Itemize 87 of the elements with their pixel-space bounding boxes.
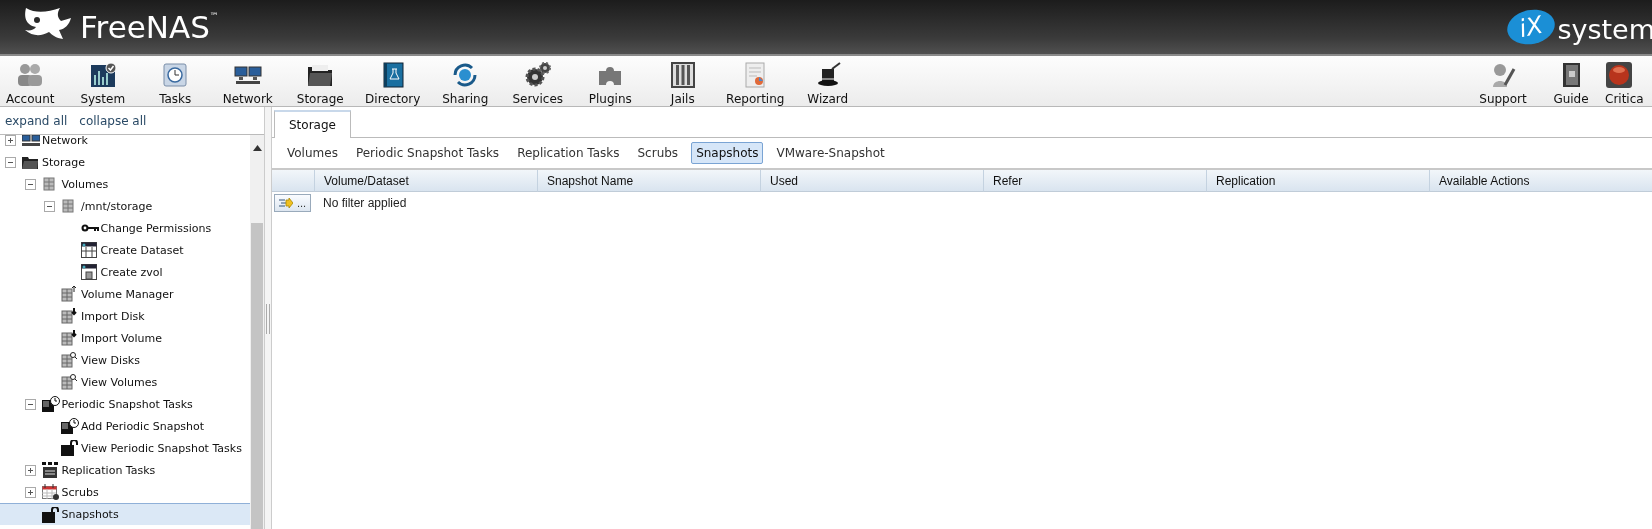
collapse-toggle-icon[interactable] — [5, 156, 16, 168]
computers-icon — [22, 135, 40, 147]
toolbar-button[interactable]: Wizard — [791, 56, 864, 106]
sub-tab[interactable]: Volumes — [282, 142, 343, 164]
toolbar-button[interactable]: Support — [1469, 56, 1537, 106]
collapse-toggle-icon[interactable] — [44, 200, 55, 212]
collapse-toggle-icon[interactable] — [24, 398, 36, 410]
tree-item-label[interactable]: /mnt/storage — [80, 199, 153, 213]
toolbar-button[interactable]: Network — [211, 56, 284, 106]
scrollbar-thumb[interactable] — [251, 223, 263, 529]
lock-icon — [61, 440, 79, 456]
filter-status: No filter applied — [323, 196, 407, 210]
lock-icon — [41, 506, 60, 523]
tree-item-label[interactable]: Change Permissions — [99, 221, 212, 235]
clock-icon — [161, 61, 190, 89]
disk-stack-icon — [41, 177, 56, 191]
toolbar-button[interactable]: Account — [0, 56, 67, 106]
camera-clock-icon — [41, 396, 60, 412]
toolbar-button[interactable]: Services — [501, 56, 574, 106]
sub-tab[interactable]: Scrubs — [632, 142, 684, 164]
disk-import-icon — [61, 330, 77, 346]
column-header[interactable]: Refer — [983, 170, 1206, 192]
expand-toggle-icon[interactable] — [24, 486, 36, 498]
filter-arrows-icon — [279, 198, 293, 208]
column-header[interactable]: Volume/Dataset — [314, 170, 537, 192]
column-header[interactable]: Replication — [1206, 170, 1429, 192]
tree-item-label[interactable]: Create zvol — [99, 265, 163, 279]
toolbar-button[interactable]: Plugins — [574, 56, 647, 106]
disk-search-icon — [61, 374, 77, 390]
expand-toggle-icon[interactable] — [5, 135, 16, 146]
bars-icon — [668, 61, 697, 89]
disk-stack-icon — [61, 286, 77, 302]
disk-search-icon — [61, 352, 77, 368]
brand-name: FreeNAS$^{™}$ — [80, 9, 219, 45]
tree-item-label[interactable]: Add Periodic Snapshot — [80, 419, 205, 433]
sub-tab[interactable]: Snapshots — [691, 142, 764, 164]
splitter-handle[interactable] — [266, 303, 270, 334]
toolbar-button[interactable]: Critica — [1605, 56, 1652, 106]
expand-toggle-icon[interactable] — [24, 464, 36, 476]
filter-button[interactable]: ... — [274, 194, 312, 212]
list-icon — [41, 462, 58, 478]
camera-clock-icon — [61, 418, 79, 434]
gears-icon — [523, 61, 552, 89]
column-header[interactable]: Snapshot Name — [537, 170, 760, 192]
toolbar-button[interactable]: Storage — [284, 56, 357, 106]
column-header[interactable]: Available Actions — [1429, 170, 1652, 192]
toolbar-button[interactable]: Jails — [646, 56, 719, 106]
scroll-up-arrow-icon[interactable] — [252, 145, 262, 151]
tree-item-label[interactable]: Import Disk — [80, 309, 145, 323]
tree-item-label[interactable]: Import Volume — [80, 331, 162, 345]
tree-item-label[interactable]: View Volumes — [80, 375, 158, 389]
disk-import-icon — [61, 308, 77, 324]
alert-light-icon — [1605, 61, 1633, 89]
sub-tab[interactable]: Replication Tasks — [512, 142, 625, 164]
tree-item-highlight[interactable]: Snapshots — [0, 503, 250, 525]
tree-item-label[interactable]: View Disks — [80, 353, 140, 367]
toolbar-button[interactable]: Reporting — [719, 56, 792, 106]
disk-stack-icon — [61, 199, 75, 213]
toolbar-button[interactable]: Sharing — [429, 56, 502, 106]
column-header[interactable]: Used — [760, 170, 983, 192]
calendar-icon — [41, 484, 60, 500]
tree-item-label[interactable]: Create Dataset — [99, 243, 184, 257]
key-icon — [80, 223, 99, 233]
table-icon — [80, 264, 97, 280]
toolbar-button[interactable]: Directory — [356, 56, 429, 106]
tree-item-label[interactable]: Scrubs — [60, 485, 99, 499]
tree-item-label[interactable]: Volume Manager — [80, 287, 174, 301]
collapse-toggle-icon[interactable] — [24, 178, 36, 190]
tree-item-label[interactable]: Network — [41, 135, 88, 147]
folder-icon — [22, 155, 38, 169]
tab[interactable]: Storage — [274, 110, 351, 138]
sub-tab[interactable]: VMware-Snapshot — [771, 142, 890, 164]
table-icon — [80, 242, 97, 258]
bar-chart-icon — [88, 61, 117, 89]
toolbar-button[interactable]: Tasks — [139, 56, 212, 106]
sub-tab[interactable]: Periodic Snapshot Tasks — [350, 142, 505, 164]
partner-name: system — [1557, 13, 1652, 45]
tree-item-label[interactable]: Volumes — [60, 177, 109, 191]
tree-link[interactable]: collapse all — [79, 113, 147, 128]
tree-item-label[interactable]: Periodic Snapshot Tasks — [60, 397, 193, 411]
tree-item-label[interactable]: Storage — [41, 155, 86, 169]
toolbar-button[interactable]: System — [66, 56, 139, 106]
users-icon — [16, 61, 45, 89]
tree-item-label[interactable]: Replication Tasks — [60, 463, 156, 477]
tree-item-label[interactable]: View Periodic Snapshot Tasks — [80, 441, 242, 455]
tree-link[interactable]: expand all — [5, 113, 68, 128]
toolbar-button[interactable]: Guide — [1537, 56, 1605, 106]
